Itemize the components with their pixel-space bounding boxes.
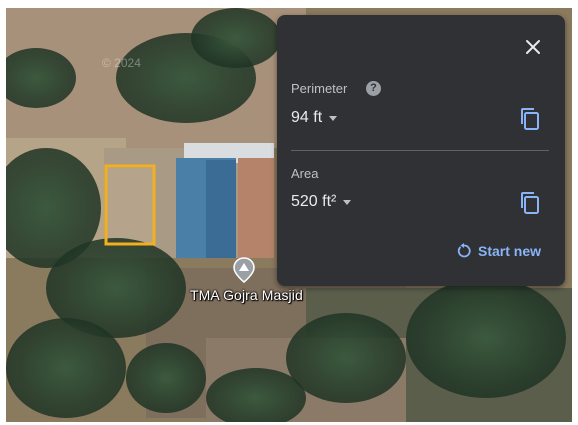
perimeter-value: 94 ft	[291, 109, 323, 126]
close-icon[interactable]	[523, 37, 543, 57]
perimeter-label: Perimeter	[291, 81, 348, 96]
area-value: 520 ft²	[291, 193, 337, 210]
start-new-label: Start new	[477, 243, 541, 259]
divider	[291, 150, 549, 151]
copy-icon[interactable]	[519, 191, 541, 215]
area-label: Area	[291, 166, 319, 181]
area-unit-dropdown[interactable]: 520 ft²	[291, 193, 352, 211]
watermark: © 2024	[102, 56, 141, 70]
help-icon[interactable]: ?	[366, 81, 381, 96]
perimeter-unit-dropdown[interactable]: 94 ft	[291, 109, 338, 127]
start-new-button[interactable]: Start new	[456, 243, 541, 259]
refresh-icon	[457, 243, 471, 258]
chevron-down-icon	[343, 199, 352, 205]
copy-icon[interactable]	[519, 107, 541, 131]
chevron-down-icon	[329, 115, 338, 121]
measure-distance-panel: Perimeter ? 94 ft Area 520 ft² Start new	[277, 15, 565, 286]
place-pin-icon[interactable]	[233, 257, 255, 283]
place-label[interactable]: TMA Gojra Masjid	[190, 287, 303, 303]
